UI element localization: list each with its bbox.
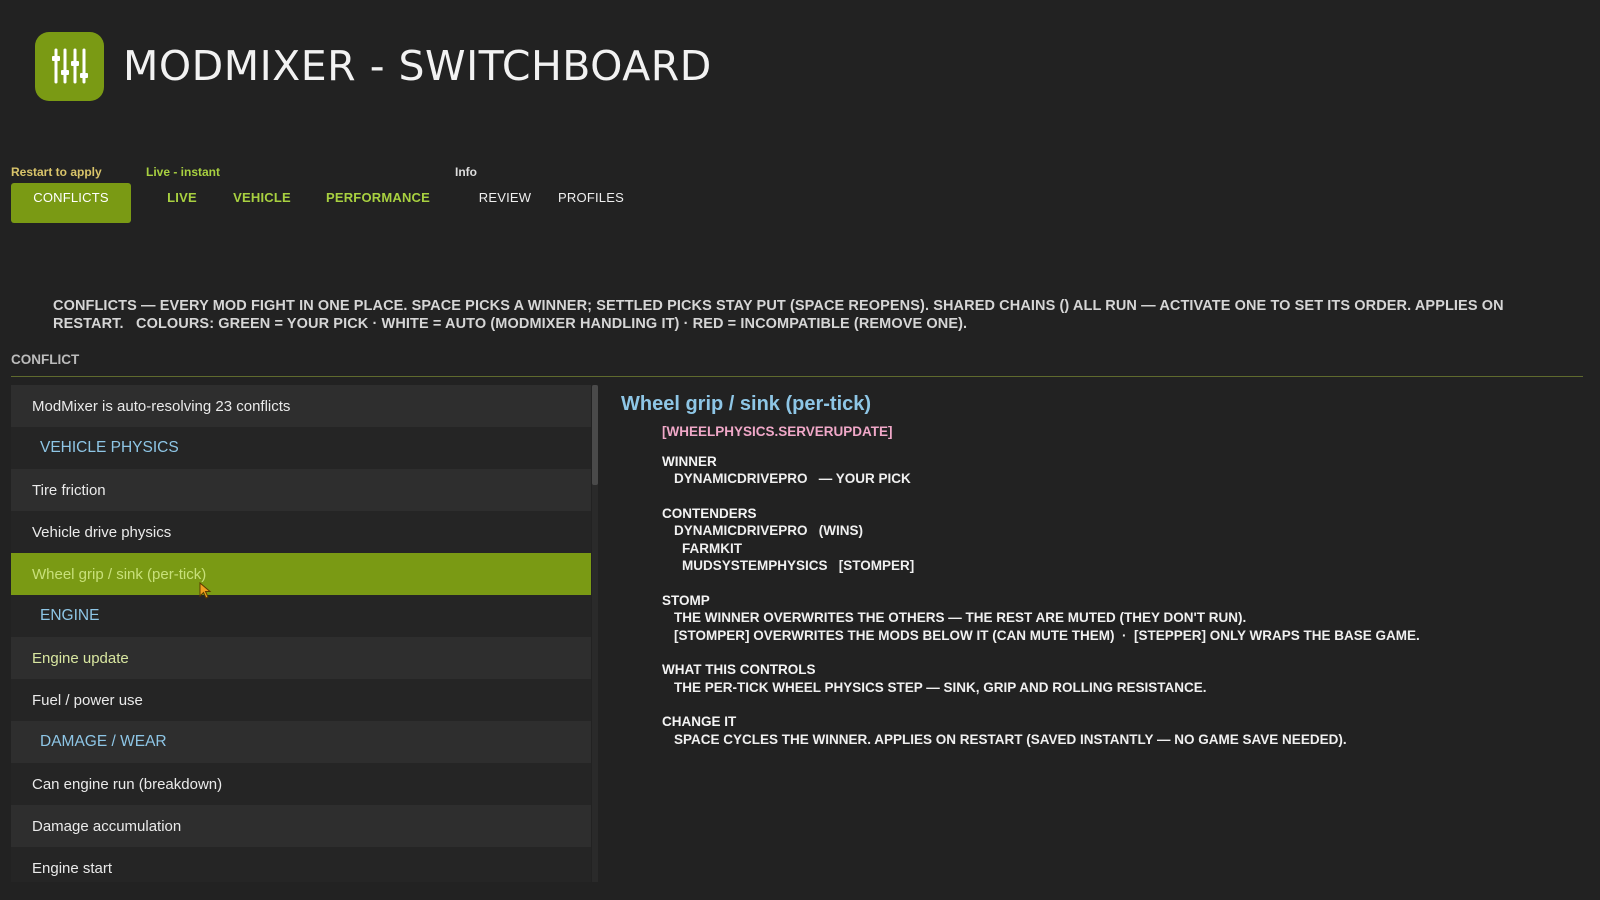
list-item[interactable]: Fuel / power use — [11, 679, 591, 721]
tab-review[interactable]: REVIEW — [474, 183, 536, 223]
change-heading: CHANGE IT — [662, 714, 737, 729]
tab-group-label-live: Live - instant — [146, 165, 221, 179]
function-id: [WHEELPHYSICS.SERVERUPDATE] — [662, 424, 893, 439]
category-header: ENGINE — [11, 595, 591, 637]
stomp-line: [STOMPER] OVERWRITES THE MODS BELOW IT (… — [674, 627, 1420, 643]
conflict-list: ModMixer is auto-resolving 23 conflicts … — [11, 385, 591, 882]
stomp-block: STOMP THE WINNER OVERWRITES THE OTHERS —… — [662, 592, 1581, 645]
tab-vehicle[interactable]: VEHICLE — [228, 183, 296, 223]
list-item[interactable]: Vehicle drive physics — [11, 511, 591, 553]
detail-panel: Wheel grip / sink (per-tick) [WHEELPHYSI… — [621, 393, 1581, 765]
app-title: MODMIXER - SWITCHBOARD — [123, 42, 712, 90]
tab-live[interactable]: LIVE — [160, 183, 204, 223]
change-line: SPACE CYCLES THE WINNER. APPLIES ON REST… — [674, 731, 1347, 747]
tab-group-label-info: Info — [455, 165, 477, 179]
list-item[interactable]: Can engine run (breakdown) — [11, 763, 591, 805]
scrollbar-thumb[interactable] — [592, 385, 598, 485]
winner-value: DYNAMICDRIVEPRO — YOUR PICK — [674, 471, 911, 486]
app-header: MODMIXER - SWITCHBOARD — [35, 31, 712, 101]
contenders-heading: CONTENDERS — [662, 505, 757, 521]
stomp-heading: STOMP — [662, 592, 710, 608]
list-item-summary[interactable]: ModMixer is auto-resolving 23 conflicts — [11, 385, 591, 427]
detail-body: [WHEELPHYSICS.SERVERUPDATE] WINNER DYNAM… — [662, 423, 1581, 748]
category-header: DAMAGE / WEAR — [11, 721, 591, 763]
controls-block: WHAT THIS CONTROLS THE PER-TICK WHEEL PH… — [662, 661, 1581, 696]
stomp-line: THE WINNER OVERWRITES THE OTHERS — THE R… — [674, 610, 1247, 625]
contender-item: DYNAMICDRIVEPRO (WINS) — [674, 523, 863, 538]
controls-heading: WHAT THIS CONTROLS — [662, 662, 816, 677]
description-line-2: RESTART. COLOURS: GREEN = YOUR PICK · WH… — [53, 316, 968, 332]
category-header: VEHICLE PHYSICS — [11, 427, 591, 469]
sliders-icon — [35, 31, 104, 101]
tab-performance[interactable]: PERFORMANCE — [318, 183, 438, 223]
contender-item: MUDSYSTEMPHYSICS [STOMPER] — [682, 558, 915, 573]
section-label: CONFLICT — [11, 352, 80, 367]
contenders-block: CONTENDERS DYNAMICDRIVEPRO (WINS) FARMKI… — [662, 505, 1581, 575]
controls-line: THE PER-TICK WHEEL PHYSICS STEP — SINK, … — [674, 679, 1207, 695]
change-block: CHANGE IT SPACE CYCLES THE WINNER. APPLI… — [662, 713, 1581, 748]
list-item-selected[interactable]: Wheel grip / sink (per-tick) — [11, 553, 591, 595]
list-item[interactable]: Engine start — [11, 847, 591, 882]
contender-item: FARMKIT — [682, 540, 742, 556]
mouse-cursor-icon — [199, 582, 212, 599]
list-scrollbar[interactable] — [592, 385, 598, 882]
tab-conflicts[interactable]: CONFLICTS — [11, 183, 131, 223]
tab-group-label-restart: Restart to apply — [11, 165, 102, 179]
list-item[interactable]: Tire friction — [11, 469, 591, 511]
page-description: CONFLICTS — EVERY MOD FIGHT IN ONE PLACE… — [53, 297, 1593, 333]
description-line-1: CONFLICTS — EVERY MOD FIGHT IN ONE PLACE… — [53, 298, 1504, 314]
winner-block: WINNER DYNAMICDRIVEPRO — YOUR PICK — [662, 453, 1581, 488]
winner-heading: WINNER — [662, 453, 717, 469]
list-item[interactable]: Damage accumulation — [11, 805, 591, 847]
detail-title: Wheel grip / sink (per-tick) — [621, 393, 872, 415]
divider — [11, 376, 1583, 377]
tab-profiles[interactable]: PROFILES — [556, 183, 626, 223]
list-item[interactable]: Engine update — [11, 637, 591, 679]
